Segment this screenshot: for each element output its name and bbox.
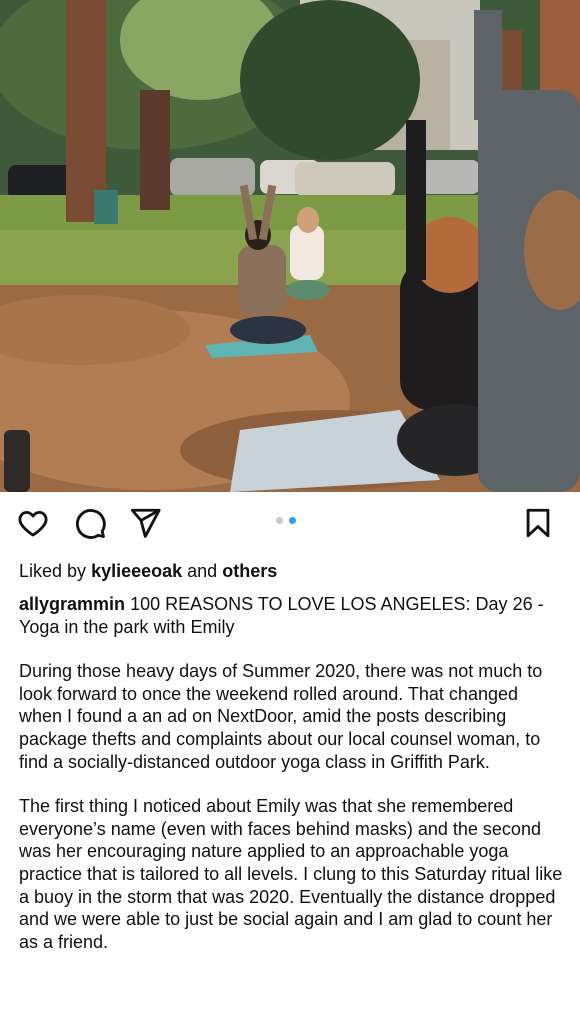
carousel-dot[interactable] bbox=[276, 517, 283, 524]
caption-paragraph-1: During those heavy days of Summer 2020, … bbox=[19, 661, 543, 772]
carousel-indicator bbox=[276, 517, 296, 527]
likes-joiner: and bbox=[187, 561, 218, 581]
liked-by-user[interactable]: kylieeeoak bbox=[91, 561, 182, 581]
post-caption: allygrammin 100 REASONS TO LOVE LOS ANGE… bbox=[19, 593, 564, 953]
heart-icon[interactable] bbox=[16, 506, 50, 540]
post-photo[interactable] bbox=[0, 0, 580, 492]
caption-username[interactable]: allygrammin bbox=[19, 594, 125, 614]
likes-line: Liked by kylieeeoak and others bbox=[19, 560, 277, 582]
caption-headline-line: allygrammin 100 REASONS TO LOVE LOS ANGE… bbox=[19, 593, 564, 638]
send-icon[interactable] bbox=[128, 506, 162, 540]
bookmark-icon[interactable] bbox=[521, 506, 555, 540]
caption-paragraph-2: The first thing I noticed about Emily wa… bbox=[19, 796, 563, 952]
liked-by-others[interactable]: others bbox=[222, 561, 277, 581]
yoga-park-photo bbox=[0, 0, 580, 492]
comment-icon[interactable] bbox=[73, 506, 107, 540]
likes-prefix: Liked by bbox=[19, 561, 87, 581]
post-actions bbox=[0, 492, 580, 554]
carousel-dot-active[interactable] bbox=[289, 517, 296, 524]
